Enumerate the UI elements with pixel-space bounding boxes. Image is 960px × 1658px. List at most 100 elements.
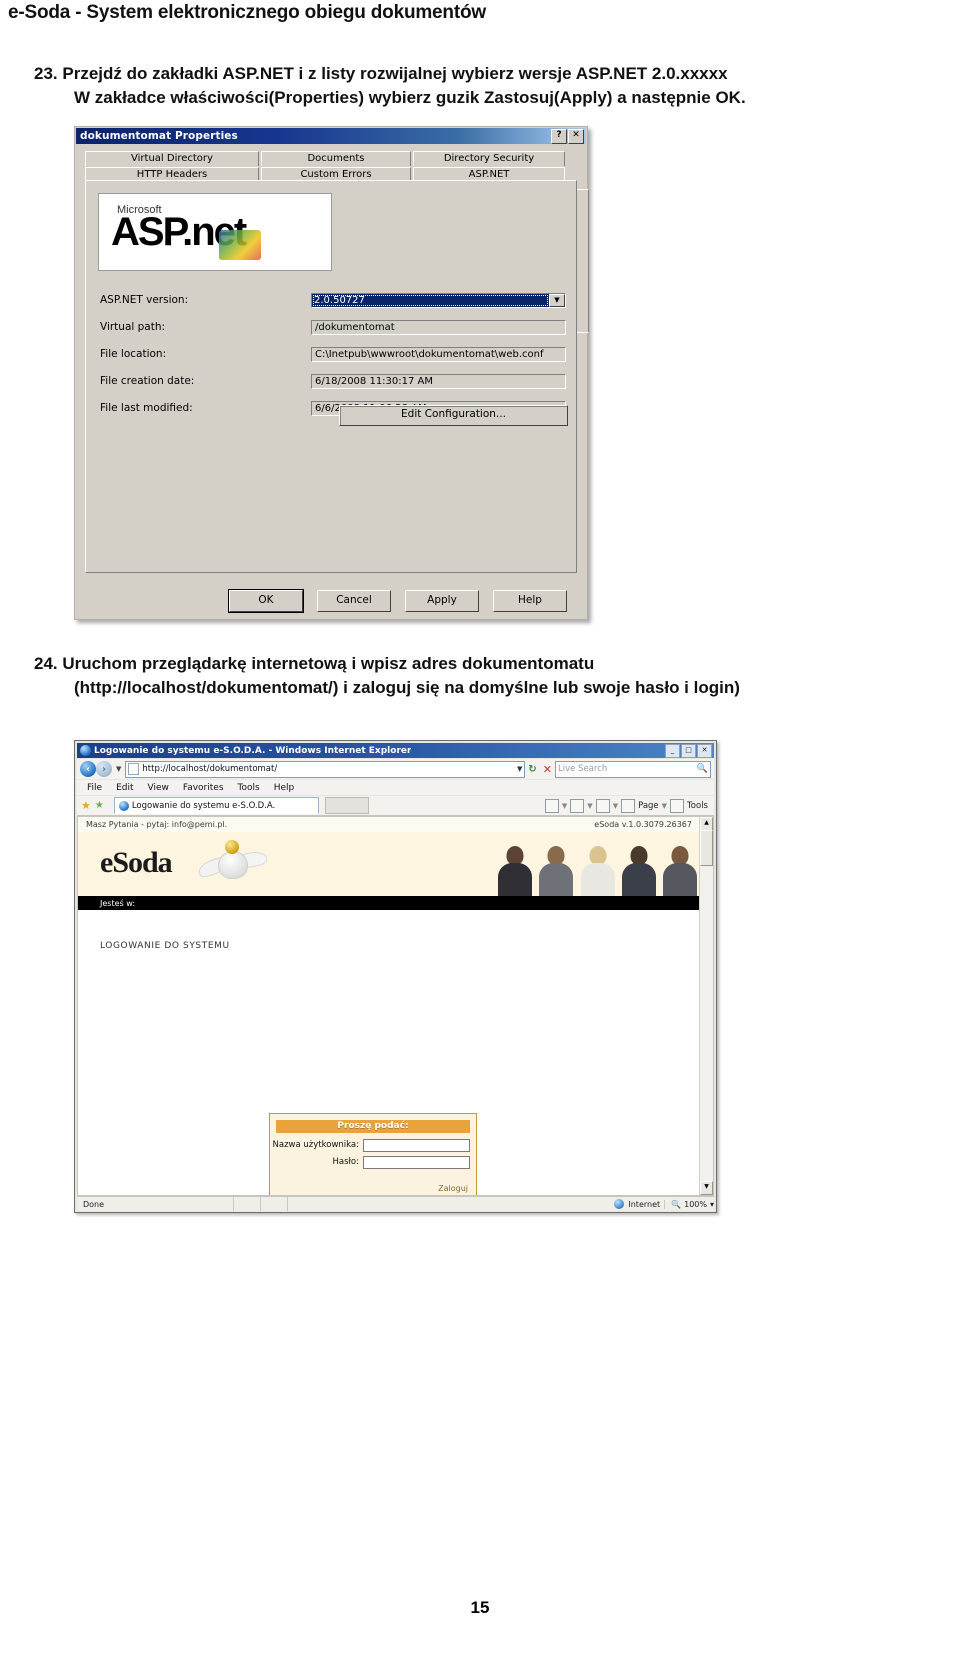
search-input[interactable]: Live Search 🔍 [555,760,711,778]
username-label: Nazwa użytkownika: [272,1140,359,1150]
favorites-center-icon[interactable]: ★ [81,799,91,812]
status-segment-3 [287,1197,314,1211]
status-text: Done [83,1199,105,1209]
minimize-icon[interactable]: _ [665,743,680,758]
page-menu-label[interactable]: Page [638,801,659,811]
file-creation-date-label: File creation date: [100,375,195,387]
tab-documents[interactable]: Documents [261,151,411,166]
page-menu-icon[interactable] [621,798,636,813]
aspnet-version-combobox[interactable]: 2.0.50727 ▼ [311,292,566,308]
dialog-tab-content: Microsoft ASP.net ASP.NET version: 2.0.5… [85,180,577,573]
esoda-mascot-icon [196,840,269,886]
esoda-logo: eSoda [100,846,173,879]
print-chevron-down-icon[interactable]: ▼ [613,802,618,810]
username-input[interactable] [363,1138,470,1152]
page-topbar: Masz Pytania - pytaj: info@pemi.pl. eSod… [78,817,700,833]
browser-tab-label: Logowanie do systemu e-S.O.D.A. [131,800,276,811]
page-scrollbar[interactable]: ▲ ▼ [699,817,713,1195]
address-value: http://localhost/dokumentomat/ [142,764,278,774]
security-zone[interactable]: Internet [614,1199,664,1209]
menu-edit[interactable]: Edit [116,783,133,793]
password-input[interactable] [363,1155,470,1169]
menu-tools[interactable]: Tools [238,783,260,793]
step-23-line2: W zakładce właściwości(Properties) wybie… [74,88,746,108]
document-header: e-Soda - System elektronicznego obiegu d… [8,2,486,23]
step-23: 23. Przejdź do zakładki ASP.NET i z list… [34,62,924,110]
tools-menu-icon[interactable] [670,798,685,813]
back-icon[interactable]: ‹ [80,761,96,777]
step-24: 24. Uruchom przeglądarkę internetową i w… [34,652,934,700]
scroll-down-icon[interactable]: ▼ [700,1181,713,1195]
internet-zone-icon [614,1199,625,1209]
dialog-titlebar: dokumentomat Properties ? ✕ [76,128,586,144]
status-segment-2 [260,1197,287,1211]
mascot-head [225,840,239,854]
person-1 [495,842,535,896]
chevron-down-icon[interactable]: ▼ [549,293,565,307]
person-4 [619,842,659,896]
recent-pages-chevron-down-icon[interactable]: ▼ [116,765,121,773]
feeds-chevron-down-icon[interactable]: ▼ [587,802,592,810]
address-bar[interactable]: http://localhost/dokumentomat/ ▼ [125,760,526,778]
background-scrollbar[interactable] [575,189,589,333]
tab-directory-security[interactable]: Directory Security [413,151,565,166]
aspnet-version-label: ASP.NET version: [100,294,189,306]
close-icon[interactable]: ✕ [568,128,584,144]
search-icon[interactable]: 🔍 [697,764,708,774]
login-submit-button[interactable]: Zaloguj [438,1184,468,1193]
dialog-tabstrip: Virtual Directory Documents Directory Se… [85,151,577,182]
search-placeholder: Live Search [558,764,608,774]
page-title: LOGOWANIE DO SYSTEMU [100,941,230,951]
menu-view[interactable]: View [148,783,169,793]
forward-icon[interactable]: › [96,761,112,777]
feeds-icon[interactable] [570,798,585,813]
page-chevron-down-icon[interactable]: ▼ [662,802,667,810]
apply-button[interactable]: Apply [405,590,479,612]
add-to-favorites-icon[interactable]: ★ [95,800,104,811]
file-location-label: File location: [100,348,167,360]
internet-explorer-icon [80,745,91,756]
home-chevron-down-icon[interactable]: ▼ [562,802,567,810]
menu-help[interactable]: Help [274,783,295,793]
page-icon [128,763,140,775]
home-icon[interactable] [544,798,559,813]
zoom-control[interactable]: 🔍 100% ▾ [664,1199,714,1209]
refresh-icon[interactable]: ↻ [528,764,536,775]
zoom-chevron-down-icon[interactable]: ▾ [710,1200,714,1209]
tools-menu-label[interactable]: Tools [687,801,708,811]
new-tab-button[interactable] [324,797,369,814]
edit-configuration-button[interactable]: Edit Configuration... [339,405,568,426]
field-row-file-creation-date: File creation date: 6/18/2008 11:30:17 A… [86,370,576,392]
step-23-number: 23. [34,64,58,83]
aspnet-swoosh-icon [219,230,261,260]
maximize-icon[interactable]: □ [681,743,696,758]
banner-people-photo [495,832,700,896]
close-icon[interactable]: ✕ [697,743,712,758]
browser-favorites-bar: ★ ★ Logowanie do systemu e-S.O.D.A. ▼ ▼ … [77,796,714,816]
file-location-value: C:\Inetpub\wwwroot\dokumentomat\web.conf [311,346,566,362]
properties-dialog-screenshot: dokumentomat Properties ? ✕ Virtual Dire… [74,126,589,620]
contact-info: Masz Pytania - pytaj: info@pemi.pl. [86,820,228,829]
help-icon[interactable]: ? [551,128,567,144]
address-chevron-down-icon[interactable]: ▼ [513,765,522,773]
menu-favorites[interactable]: Favorites [183,783,224,793]
browser-tab[interactable]: Logowanie do systemu e-S.O.D.A. [113,797,319,814]
mascot-body [218,851,248,879]
scrollbar-thumb[interactable] [700,830,713,866]
browser-navigation-bar: ‹ › ▼ http://localhost/dokumentomat/ ▼ ↻… [77,759,714,779]
print-icon[interactable] [595,798,610,813]
tab-row-1: Virtual Directory Documents Directory Se… [85,151,577,166]
stop-icon[interactable]: ✕ [543,763,552,776]
ok-button[interactable]: OK [229,590,303,612]
aspnet-logo: Microsoft ASP.net [98,193,332,271]
cancel-button[interactable]: Cancel [317,590,391,612]
file-creation-date-value: 6/18/2008 11:30:17 AM [311,373,566,389]
scroll-up-icon[interactable]: ▲ [700,817,713,831]
tab-virtual-directory[interactable]: Virtual Directory [85,151,259,166]
breadcrumb: Jesteś w: [78,896,700,910]
browser-titlebar: Logowanie do systemu e-S.O.D.A. - Window… [77,743,714,758]
help-button[interactable]: Help [493,590,567,612]
esoda-page: Masz Pytania - pytaj: info@pemi.pl. eSod… [78,817,700,1195]
step-24-number: 24. [34,654,58,673]
menu-file[interactable]: File [87,783,102,793]
